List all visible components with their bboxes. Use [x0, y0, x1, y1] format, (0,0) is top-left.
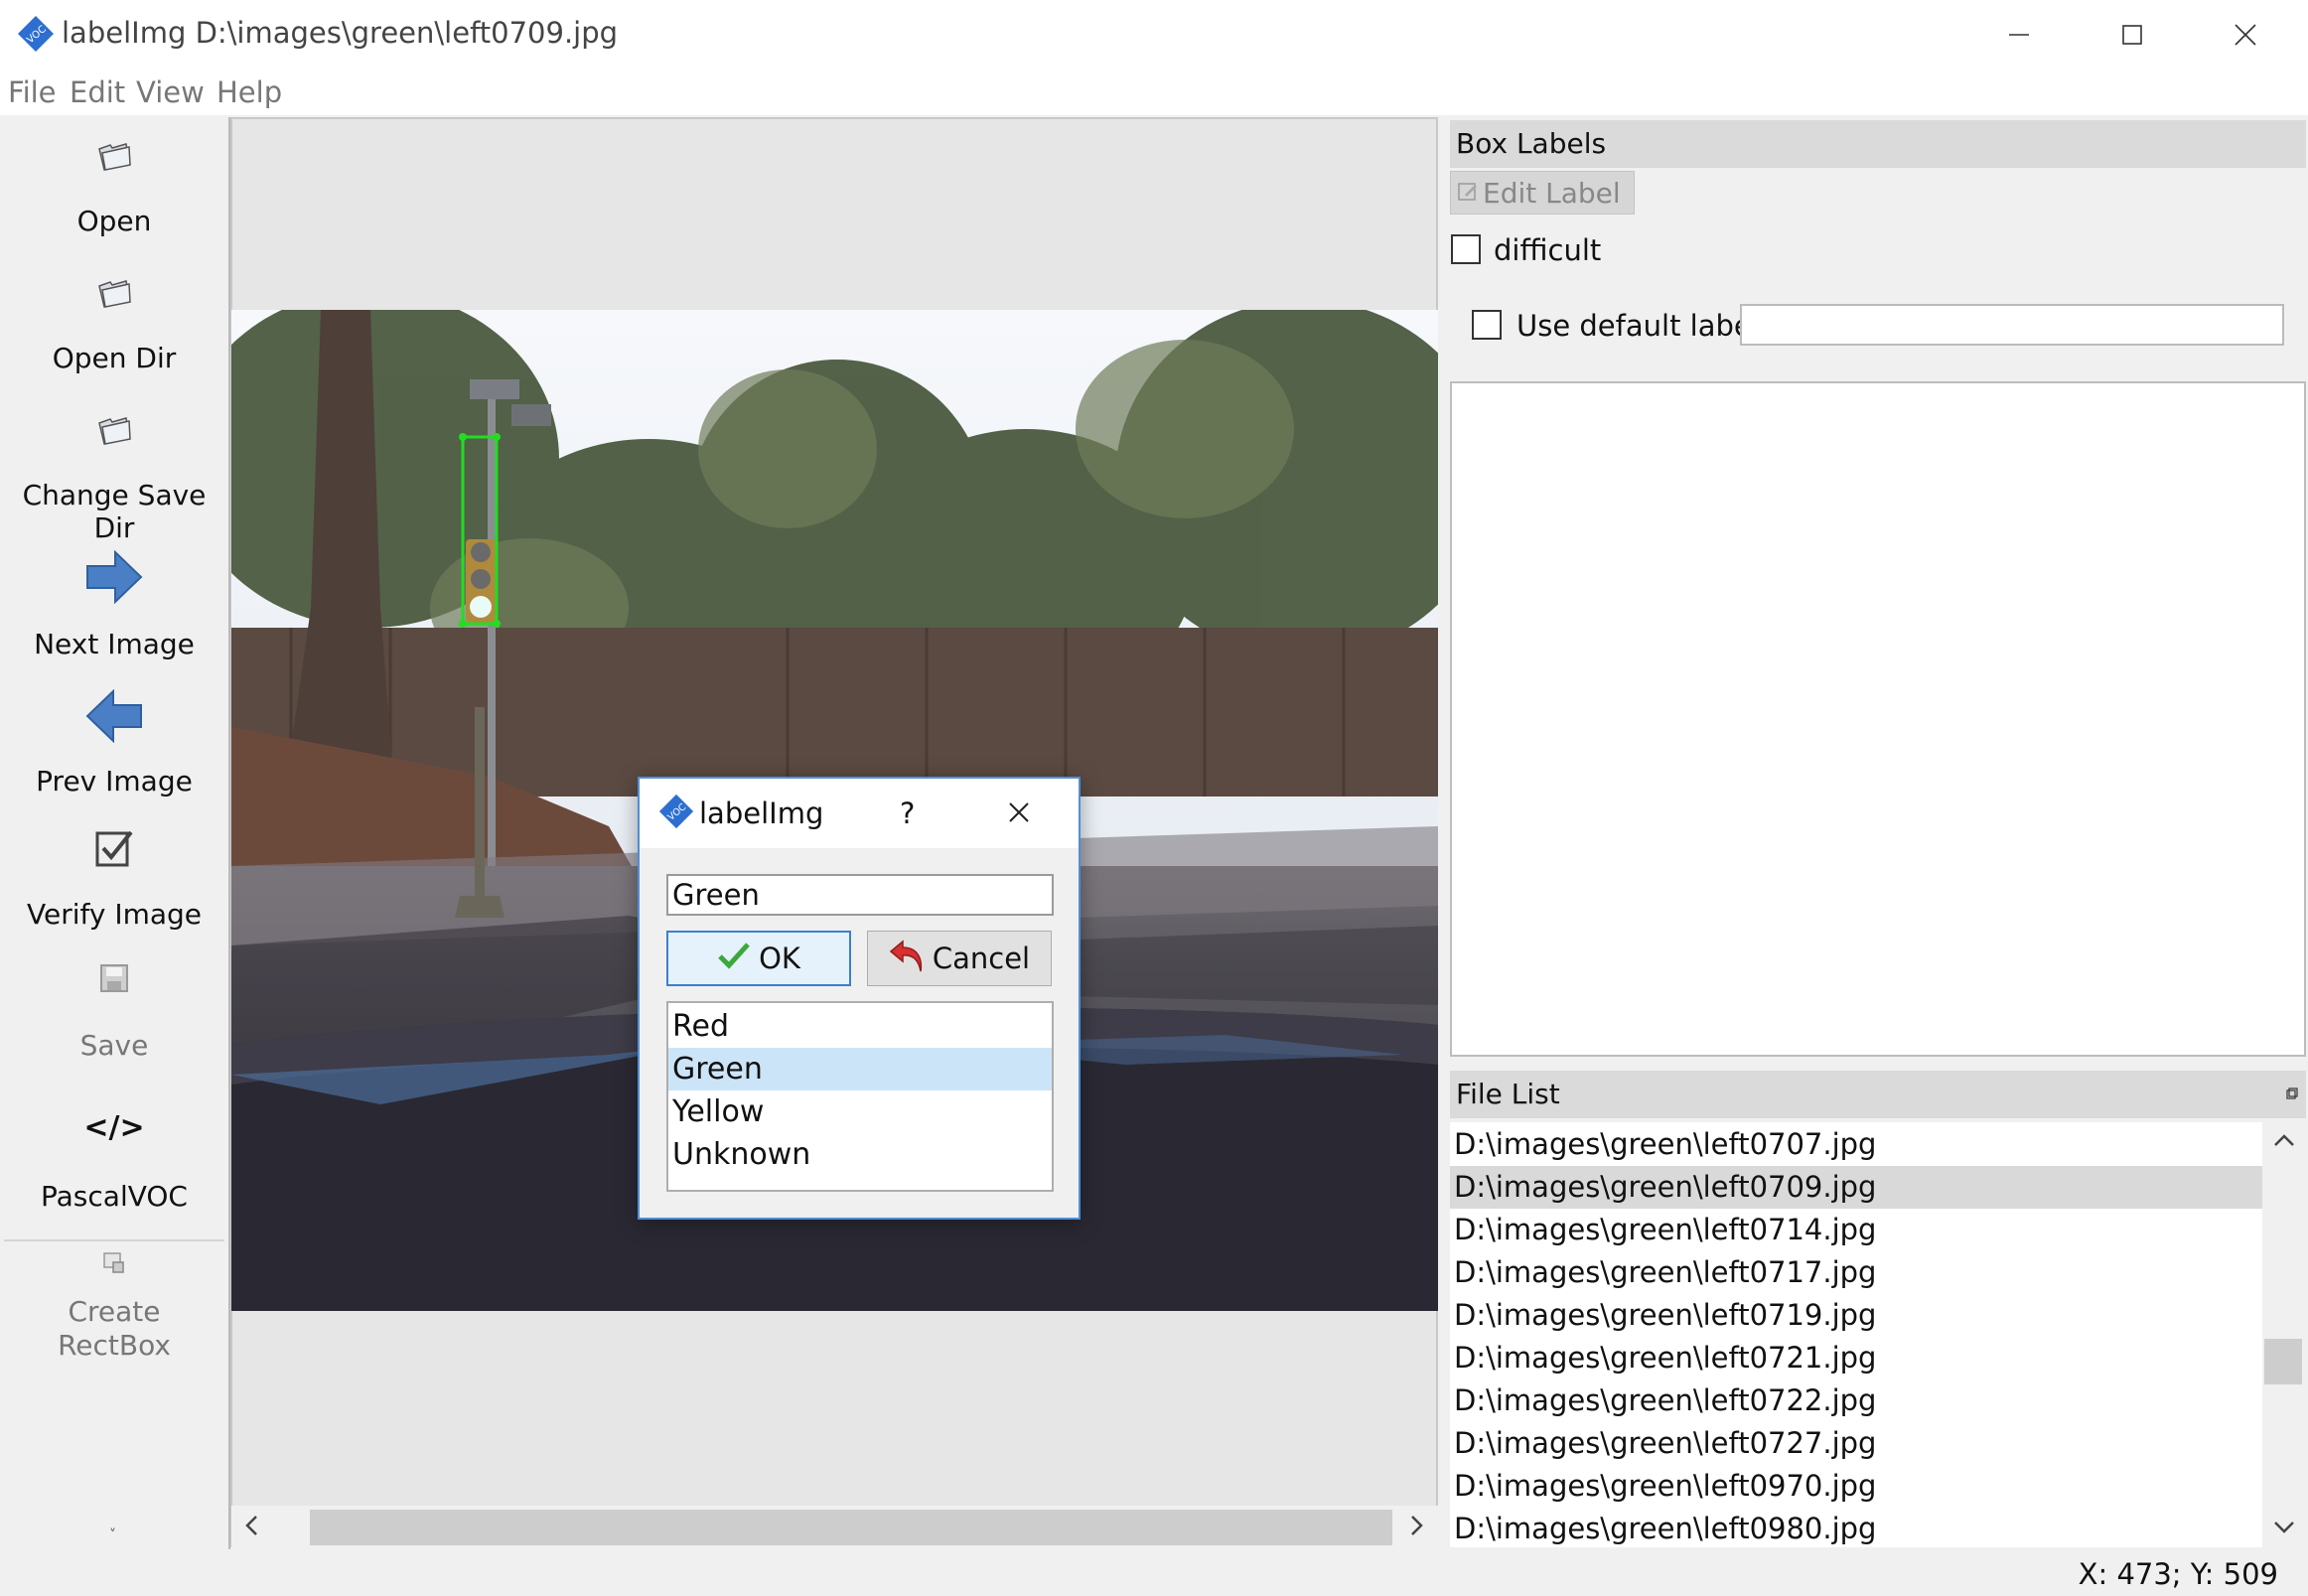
next-image-button[interactable]: Next Image [0, 628, 228, 660]
horizontal-scroll-thumb[interactable] [310, 1510, 1392, 1545]
difficult-label: difficult [1494, 233, 1602, 267]
verify-checkbox-icon[interactable] [0, 828, 228, 868]
file-list-item[interactable]: D:\images\green\left0722.jpg [1450, 1379, 2262, 1422]
use-default-label-checkbox[interactable] [1472, 310, 1502, 340]
file-list-item-selected[interactable]: D:\images\green\left0709.jpg [1450, 1166, 2262, 1209]
label-list-item[interactable]: Unknown [668, 1133, 1052, 1176]
dialog-close-icon[interactable] [1007, 800, 1031, 828]
cancel-button[interactable]: Cancel [867, 931, 1052, 986]
status-bar [0, 1551, 2308, 1596]
prev-image-button[interactable]: Prev Image [0, 765, 228, 798]
toolbar-more-chevron-icon[interactable]: ˅ [109, 1527, 116, 1543]
dialog-title: labelImg [699, 797, 824, 830]
open-button[interactable]: Open [0, 205, 228, 237]
cursor-coordinates: X: 473; Y: 509 [2078, 1557, 2278, 1591]
label-list-item[interactable]: Yellow [668, 1090, 1052, 1133]
open-dir-button[interactable]: Open Dir [0, 342, 228, 374]
file-list-item[interactable]: D:\images\green\left0717.jpg [1450, 1251, 2262, 1294]
minimize-icon [2009, 34, 2029, 36]
menu-bar [0, 70, 2308, 115]
arrow-right-icon[interactable] [0, 550, 228, 604]
create-rectbox-label-2: RectBox [58, 1329, 171, 1362]
maximize-icon [2122, 25, 2142, 45]
vertical-scroll-thumb[interactable] [2264, 1339, 2302, 1384]
file-list-item[interactable]: D:\images\green\left0727.jpg [1450, 1422, 2262, 1465]
label-list-item-selected[interactable]: Green [668, 1048, 1052, 1090]
verify-image-button[interactable]: Verify Image [0, 898, 228, 931]
ok-button[interactable]: OK [666, 931, 851, 986]
edit-label-text: Edit Label [1483, 176, 1621, 210]
edit-pencil-icon [1457, 177, 1479, 210]
maximize-button[interactable] [2076, 0, 2189, 70]
toolbar-divider [4, 1239, 224, 1241]
box-labels-dock-title: Box Labels [1450, 120, 2306, 168]
file-list-item[interactable]: D:\images\green\left0721.jpg [1450, 1337, 2262, 1379]
scroll-right-icon[interactable] [1406, 1514, 1426, 1541]
undo-arrow-icon [889, 938, 927, 980]
arrow-left-icon[interactable] [0, 689, 228, 743]
difficult-checkbox[interactable] [1451, 234, 1481, 264]
menu-edit[interactable]: Edit [70, 75, 125, 109]
default-label-input[interactable] [1740, 304, 2284, 346]
label-list-item[interactable]: Red [668, 1005, 1052, 1048]
save-button: Save [79, 1029, 149, 1062]
close-button[interactable] [2189, 0, 2302, 70]
ok-label: OK [759, 942, 800, 975]
scroll-down-icon[interactable] [2272, 1518, 2296, 1541]
open-folder-icon[interactable] [0, 139, 228, 173]
file-list-item[interactable]: D:\images\green\left0714.jpg [1450, 1209, 2262, 1251]
file-list-item[interactable]: D:\images\green\left0707.jpg [1450, 1123, 2262, 1166]
edit-label-button: Edit Label [1450, 171, 1635, 215]
use-default-label-label: Use default label [1516, 309, 1760, 343]
pascal-voc-button[interactable]: PascalVOC [0, 1180, 228, 1213]
checkmark-icon [717, 942, 751, 976]
dialog-app-icon: VOC [657, 793, 695, 834]
dock-float-icon[interactable] [2286, 1085, 2298, 1103]
file-list-item[interactable]: D:\images\green\left0980.jpg [1450, 1508, 2262, 1550]
minimize-button[interactable] [1962, 0, 2076, 70]
app-logo-icon: VOC [16, 14, 56, 54]
dialog-help-button[interactable]: ? [900, 797, 915, 830]
window-title: labelImg D:\images\green\left0709.jpg [62, 16, 619, 50]
file-list-item[interactable]: D:\images\green\left0719.jpg [1450, 1294, 2262, 1337]
change-save-dir-button[interactable]: Change Save Dir [0, 479, 228, 544]
cancel-label: Cancel [932, 942, 1031, 975]
open-dir-folder-icon[interactable] [0, 276, 228, 310]
scroll-up-icon[interactable] [2272, 1130, 2296, 1154]
scroll-left-icon[interactable] [242, 1514, 262, 1543]
close-icon [2235, 24, 2256, 46]
change-save-dir-folder-icon[interactable] [0, 413, 228, 447]
menu-help[interactable]: Help [216, 75, 282, 109]
label-input[interactable]: Green [666, 874, 1054, 916]
code-brackets-icon[interactable]: </> [0, 1110, 228, 1145]
create-rectbox-label-1: Create [68, 1295, 161, 1328]
create-rectbox-icon [0, 1251, 228, 1275]
box-labels-list[interactable] [1450, 381, 2306, 1057]
file-list-dock-title: File List [1450, 1071, 2306, 1118]
save-floppy-icon [0, 963, 228, 993]
menu-view[interactable]: View [136, 75, 205, 109]
menu-file[interactable]: File [8, 75, 57, 109]
vertical-scrollbar[interactable] [2262, 1122, 2306, 1547]
file-list-item[interactable]: D:\images\green\left0970.jpg [1450, 1465, 2262, 1508]
